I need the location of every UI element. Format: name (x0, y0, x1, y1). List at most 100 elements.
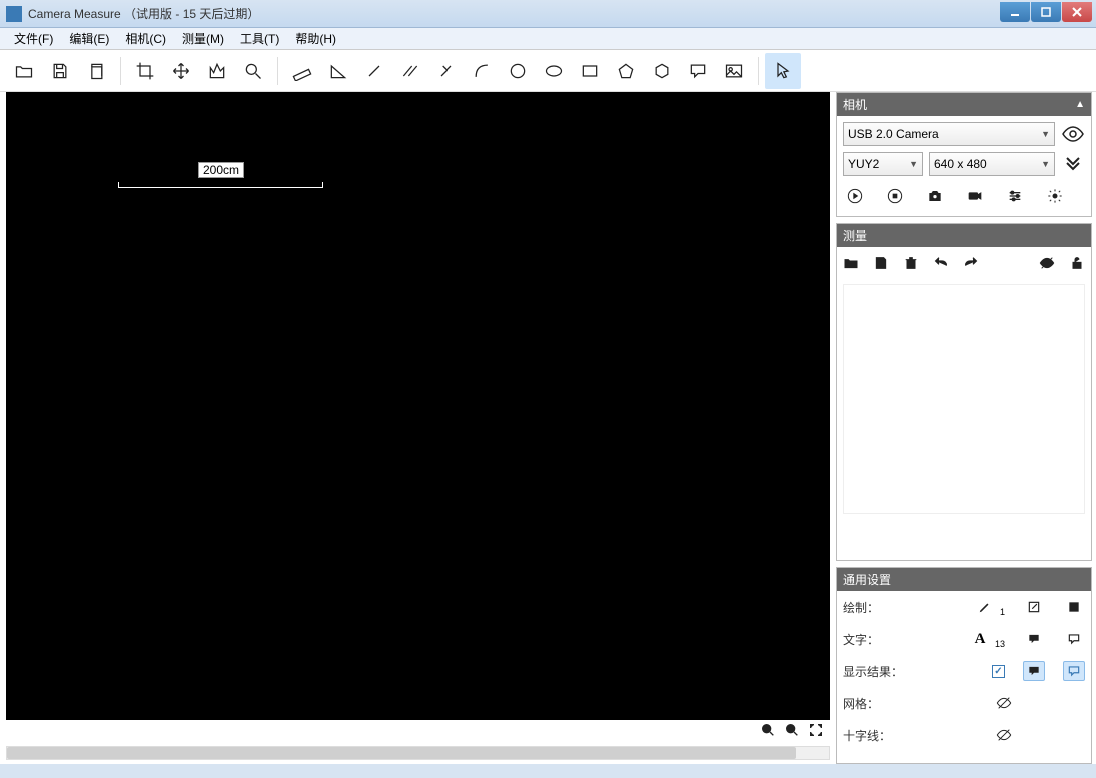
rectangle-button[interactable] (572, 53, 608, 89)
zoom-button[interactable] (235, 53, 271, 89)
measure-panel-body (837, 247, 1091, 560)
close-button[interactable] (1062, 2, 1092, 22)
record-button[interactable] (965, 186, 985, 206)
settings-panel-header[interactable]: 通用设置 (837, 568, 1091, 591)
camera-preview-toggle[interactable] (1061, 122, 1085, 146)
crop-button[interactable] (127, 53, 163, 89)
settings-panel-title: 通用设置 (843, 571, 891, 588)
draw-label: 绘制： (843, 599, 913, 616)
ellipse-button[interactable] (536, 53, 572, 89)
camera-settings-button[interactable] (1005, 186, 1025, 206)
move-button[interactable] (163, 53, 199, 89)
circle-button[interactable] (500, 53, 536, 89)
menu-bar: 文件(F) 编辑(E) 相机(C) 测量(M) 工具(T) 帮助(H) (0, 28, 1096, 50)
line-button[interactable] (356, 53, 392, 89)
measure-visibility-button[interactable] (1039, 255, 1055, 276)
camera-device-select[interactable]: USB 2.0 Camera ▼ (843, 122, 1055, 146)
dropdown-caret-icon: ▼ (909, 159, 918, 169)
play-button[interactable] (845, 186, 865, 206)
camera-resolution-select[interactable]: 640 x 480 ▼ (929, 152, 1055, 176)
camera-resolution-value: 640 x 480 (934, 157, 987, 171)
settings-grid-row: 网格： (843, 693, 1085, 713)
zoom-out-button[interactable] (760, 722, 776, 743)
save-button[interactable] (42, 53, 78, 89)
camera-format-select[interactable]: YUY2 ▼ (843, 152, 923, 176)
toolbar-separator (277, 57, 278, 85)
bottom-bar (0, 764, 1096, 778)
histogram-button[interactable] (199, 53, 235, 89)
camera-gear-button[interactable] (1045, 186, 1065, 206)
zoom-in-button[interactable] (784, 722, 800, 743)
menu-tools[interactable]: 工具(T) (232, 28, 287, 49)
result-checkbox[interactable]: ✓ (992, 665, 1005, 678)
arc-button[interactable] (464, 53, 500, 89)
measure-open-button[interactable] (843, 255, 859, 276)
app-icon (6, 6, 22, 22)
copy-button[interactable] (78, 53, 114, 89)
annotation-button[interactable] (680, 53, 716, 89)
settings-panel-body: 绘制： 1 文字： A 13 (837, 591, 1091, 763)
draw-edit-button[interactable] (1023, 597, 1045, 617)
settings-draw-row: 绘制： 1 (843, 597, 1085, 617)
minimize-button[interactable] (1000, 2, 1030, 22)
draw-color-button[interactable] (1063, 597, 1085, 617)
snapshot-button[interactable] (925, 186, 945, 206)
toolbar-separator (120, 57, 121, 85)
measurement-list[interactable] (843, 284, 1085, 514)
measure-delete-button[interactable] (903, 255, 919, 276)
measurement-overlay[interactable]: 200cm (118, 182, 323, 188)
window-controls (1000, 6, 1096, 22)
main-toolbar (0, 50, 1096, 92)
scrollbar-thumb[interactable] (7, 747, 796, 759)
menu-camera[interactable]: 相机(C) (117, 28, 174, 49)
result-label: 显示结果： (843, 663, 913, 680)
stop-button[interactable] (885, 186, 905, 206)
fullscreen-button[interactable] (808, 722, 824, 743)
grid-label: 网格： (843, 695, 913, 712)
measure-redo-button[interactable] (963, 255, 979, 276)
camera-device-value: USB 2.0 Camera (848, 127, 939, 141)
open-button[interactable] (6, 53, 42, 89)
measurement-label: 200cm (198, 162, 244, 178)
window-title: Camera Measure （试用版 - 15 天后过期） (28, 5, 1000, 22)
pointer-button[interactable] (765, 53, 801, 89)
collapse-icon: ▲ (1075, 99, 1085, 110)
settings-crosshair-row: 十字线： (843, 725, 1085, 745)
text-bubble-outline-button[interactable] (1063, 629, 1085, 649)
pentagon-button[interactable] (608, 53, 644, 89)
menu-measure[interactable]: 测量(M) (174, 28, 232, 49)
grid-visibility-button[interactable] (993, 693, 1015, 713)
text-font-button[interactable]: A (969, 629, 991, 649)
menu-file[interactable]: 文件(F) (6, 28, 61, 49)
camera-expand-toggle[interactable] (1061, 152, 1085, 176)
measure-toolbar (843, 253, 1085, 278)
menu-help[interactable]: 帮助(H) (287, 28, 344, 49)
point-line-button[interactable] (428, 53, 464, 89)
window-titlebar: Camera Measure （试用版 - 15 天后过期） (0, 0, 1096, 28)
draw-pen-button[interactable] (974, 597, 996, 617)
camera-panel-header[interactable]: 相机 ▲ (837, 93, 1091, 116)
camera-canvas[interactable]: 200cm (6, 92, 830, 720)
measure-save-button[interactable] (873, 255, 889, 276)
settings-panel: 通用设置 绘制： 1 文字： A (836, 567, 1092, 764)
side-panels: 相机 ▲ USB 2.0 Camera ▼ YUY2 ▼ (836, 92, 1096, 764)
parallel-lines-button[interactable] (392, 53, 428, 89)
menu-edit[interactable]: 编辑(E) (61, 28, 117, 49)
camera-panel-title: 相机 (843, 96, 867, 113)
measure-lock-button[interactable] (1069, 255, 1085, 276)
result-bubble-outline-button[interactable] (1063, 661, 1085, 681)
angle-button[interactable] (320, 53, 356, 89)
text-bubble-fill-button[interactable] (1023, 629, 1045, 649)
measure-panel-header[interactable]: 测量 (837, 224, 1091, 247)
measure-undo-button[interactable] (933, 255, 949, 276)
settings-result-row: 显示结果： ✓ (843, 661, 1085, 681)
result-bubble-fill-button[interactable] (1023, 661, 1045, 681)
polygon-button[interactable] (644, 53, 680, 89)
text-label: 文字： (843, 631, 913, 648)
maximize-button[interactable] (1031, 2, 1061, 22)
image-button[interactable] (716, 53, 752, 89)
ruler-button[interactable] (284, 53, 320, 89)
camera-format-value: YUY2 (848, 157, 879, 171)
crosshair-visibility-button[interactable] (993, 725, 1015, 745)
horizontal-scrollbar[interactable] (6, 746, 830, 760)
